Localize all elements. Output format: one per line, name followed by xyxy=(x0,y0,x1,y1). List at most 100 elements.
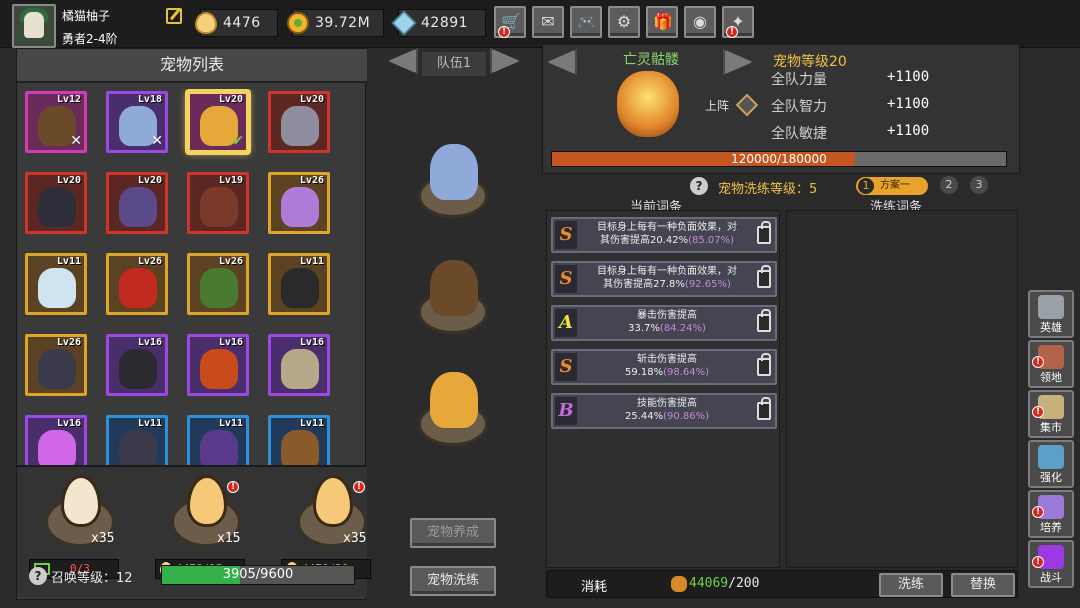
player-avatar[interactable] xyxy=(12,4,56,48)
egg-hatch-slot[interactable]: x15! xyxy=(157,471,257,561)
deploy-toggle[interactable] xyxy=(735,93,759,117)
attribute-text: 技能伤害提高 25.44%(90.86%) xyxy=(624,398,710,422)
wash-help-icon[interactable]: ? xyxy=(690,177,708,195)
pet-card[interactable]: Lv20 xyxy=(268,91,330,153)
plan-2-tab[interactable]: 2 xyxy=(940,176,958,194)
grade-badge: A xyxy=(555,309,577,337)
sidebar-anvil-button[interactable]: 强化 xyxy=(1028,440,1074,488)
attribute-row[interactable]: S 目标身上每有一种负面效果，对 其伤害提高20.42%(85.07%) xyxy=(551,217,777,253)
plan-1-tab[interactable]: 1 方案一 xyxy=(856,177,928,195)
pet-card[interactable]: Lv19 xyxy=(187,172,249,234)
attribute-text: 斩击伤害提高 59.18%(98.64%) xyxy=(624,354,710,378)
gamepad-icon: 🎮 xyxy=(577,12,597,31)
pet-card[interactable]: Lv12 ✕ xyxy=(25,91,87,153)
pet-card[interactable]: Lv26 xyxy=(268,172,330,234)
team-slot[interactable] xyxy=(410,254,500,344)
coin-count: 39.72M xyxy=(315,15,371,31)
attribute-row[interactable]: A 暴击伤害提高 33.7%(84.24%) xyxy=(551,305,777,341)
lock-icon[interactable] xyxy=(757,353,771,376)
player-rank: 勇者2-4阶 xyxy=(62,32,118,46)
team-prev-arrow[interactable] xyxy=(388,48,418,74)
lock-icon[interactable] xyxy=(757,309,771,332)
team-pet-sprite xyxy=(430,260,478,316)
pet-card[interactable]: Lv11 xyxy=(268,253,330,315)
pet-level-badge: Lv16 xyxy=(56,418,81,429)
sidebar-portal-button[interactable]: 战斗! xyxy=(1028,540,1074,588)
pet-name: 亡灵骷髅 xyxy=(623,52,679,68)
pet-card[interactable]: Lv20 xyxy=(25,172,87,234)
team-label: 队伍1 xyxy=(422,52,486,76)
egg-hatch-slot[interactable]: x35! xyxy=(283,471,383,561)
pet-card[interactable]: Lv18 ✕ xyxy=(106,91,168,153)
sidebar-label: 培养 xyxy=(1040,521,1062,534)
pet-card[interactable]: Lv11 xyxy=(25,253,87,315)
gift-button[interactable]: 🎁 xyxy=(646,6,678,38)
team-next-arrow[interactable] xyxy=(490,48,520,74)
sidebar-potion-button[interactable]: 培养! xyxy=(1028,490,1074,538)
consume-value: 44069/200 xyxy=(689,576,760,591)
gift-icon: 🎁 xyxy=(653,12,673,31)
mail-icon: ✉ xyxy=(541,12,555,31)
pet-level-badge: Lv11 xyxy=(299,418,324,429)
pet-level-badge: Lv11 xyxy=(299,256,324,267)
team-slot[interactable] xyxy=(410,366,500,456)
pet-card[interactable]: Lv16 xyxy=(268,334,330,396)
alert-badge: ! xyxy=(1032,406,1044,418)
pet-card[interactable]: Lv16 xyxy=(187,334,249,396)
help-icon[interactable]: ? xyxy=(29,567,47,585)
pet-card[interactable]: Lv11 xyxy=(268,415,330,465)
check-icon: ✔ xyxy=(232,133,244,149)
pet-sprite xyxy=(119,268,157,308)
egg-icon xyxy=(195,12,217,34)
wash-level-label: 宠物洗练等级：5 xyxy=(718,182,818,197)
lock-icon[interactable] xyxy=(757,397,771,420)
pet-level-badge: Lv16 xyxy=(137,337,162,348)
plan-3-tab[interactable]: 3 xyxy=(970,176,988,194)
pet-prev-arrow[interactable] xyxy=(547,49,577,75)
pet-card[interactable]: Lv20 ✔ xyxy=(187,91,249,153)
alert-badge: ! xyxy=(726,26,738,38)
pet-card[interactable]: Lv11 xyxy=(106,415,168,465)
gear-button[interactable]: ⚙ xyxy=(608,6,640,38)
color-wheel-button[interactable]: ◉ xyxy=(684,6,716,38)
attribute-row[interactable]: S 目标身上每有一种负面效果，对 其伤害提高27.8%(92.65%) xyxy=(551,261,777,297)
pet-level-badge: Lv16 xyxy=(299,337,324,348)
lock-icon[interactable] xyxy=(757,221,771,244)
wash-button[interactable]: 洗练 xyxy=(879,573,943,597)
edit-name-icon[interactable] xyxy=(166,8,182,24)
pet-list-title: 宠物列表 xyxy=(17,49,367,83)
lock-icon[interactable] xyxy=(757,265,771,288)
attribute-row[interactable]: B 技能伤害提高 25.44%(90.86%) xyxy=(551,393,777,429)
pet-wash-button[interactable]: 宠物洗练 xyxy=(410,566,496,596)
pet-card[interactable]: Lv26 xyxy=(25,334,87,396)
sparkle-button[interactable]: ✦! xyxy=(722,6,754,38)
egg-icon xyxy=(187,475,227,527)
pet-level-badge: Lv11 xyxy=(56,256,81,267)
pet-level: 宠物等级20 xyxy=(773,54,847,70)
pet-card[interactable]: Lv16 xyxy=(25,415,87,465)
mail-button[interactable]: ✉ xyxy=(532,6,564,38)
shop-cart-button[interactable]: 🛒! xyxy=(494,6,526,38)
pet-sprite xyxy=(119,430,157,465)
coin-icon xyxy=(287,12,309,34)
replace-button[interactable]: 替换 xyxy=(951,573,1015,597)
gamepad-button[interactable]: 🎮 xyxy=(570,6,602,38)
pet-sprite xyxy=(281,106,319,146)
pet-sprite xyxy=(200,268,238,308)
team-slot[interactable] xyxy=(410,138,500,228)
sidebar-market-button[interactable]: 集市! xyxy=(1028,390,1074,438)
pet-card[interactable]: Lv16 xyxy=(106,334,168,396)
sidebar-label: 领地 xyxy=(1040,371,1062,384)
stat-label: 全队敏捷 xyxy=(771,126,827,142)
pet-next-arrow[interactable] xyxy=(723,49,753,75)
pet-cultivate-button[interactable]: 宠物养成 xyxy=(410,518,496,548)
pet-card[interactable]: Lv20 xyxy=(106,172,168,234)
pet-card[interactable]: Lv26 xyxy=(106,253,168,315)
egg-count: x15 xyxy=(217,531,241,546)
attribute-row[interactable]: S 斩击伤害提高 59.18%(98.64%) xyxy=(551,349,777,385)
pet-card[interactable]: Lv11 xyxy=(187,415,249,465)
pet-card[interactable]: Lv26 xyxy=(187,253,249,315)
sidebar-castle-button[interactable]: 领地! xyxy=(1028,340,1074,388)
sidebar-helmet-button[interactable]: 英雄 xyxy=(1028,290,1074,338)
egg-hatch-slot[interactable]: x35 xyxy=(31,471,131,561)
